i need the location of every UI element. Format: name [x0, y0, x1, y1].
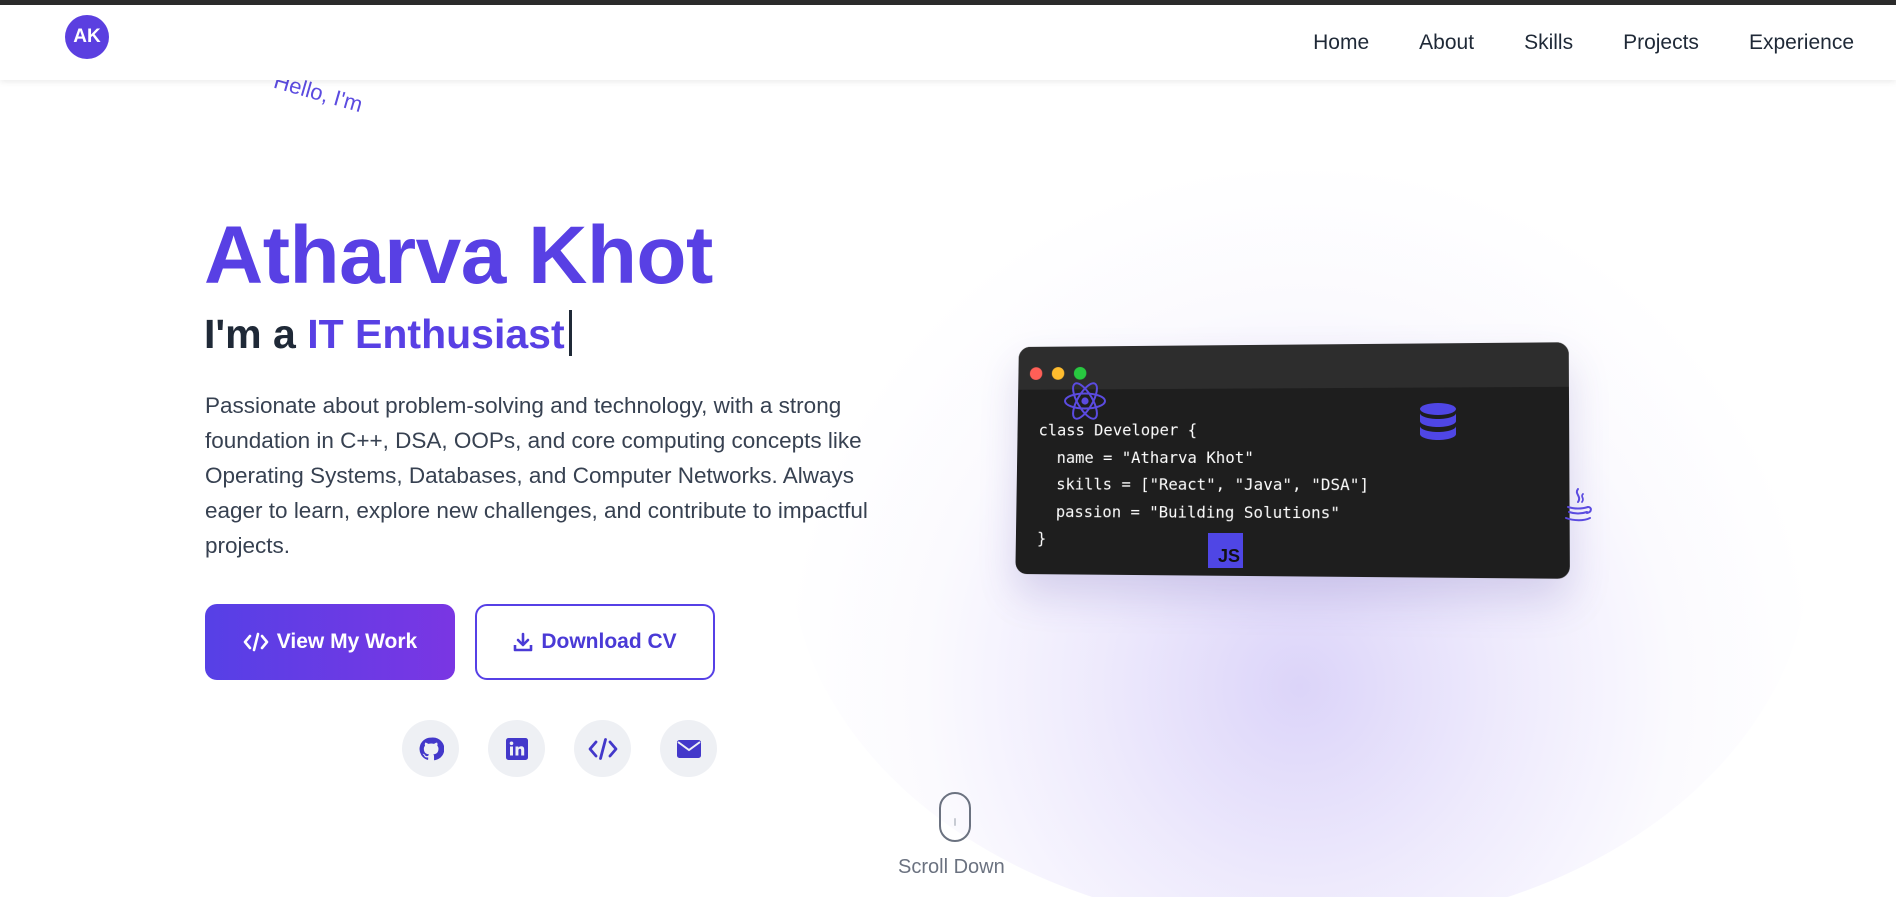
close-dot: [1029, 367, 1043, 380]
typing-caret: [568, 310, 572, 356]
linkedin-icon: [505, 737, 528, 760]
code-line: }: [1036, 528, 1047, 548]
linkedin-link[interactable]: [488, 720, 545, 777]
download-cv-label: Download CV: [541, 630, 677, 653]
role-prefix: I'm a: [204, 311, 296, 357]
role-highlight: IT Enthusiast: [307, 311, 565, 357]
minimize-dot: [1051, 367, 1065, 380]
nav-home[interactable]: Home: [1313, 31, 1369, 55]
code-snippet: class Developer { name = "Atharva Khot" …: [1037, 416, 1370, 554]
email-link[interactable]: [660, 720, 717, 777]
logo[interactable]: AK: [65, 15, 109, 59]
javascript-icon-label: JS: [1217, 546, 1240, 566]
view-my-work-button[interactable]: View My Work: [205, 604, 455, 680]
code-line: passion = "Building Solutions": [1037, 501, 1341, 522]
site-header: AK Home About Skills Projects Experience: [0, 5, 1896, 80]
scroll-mouse-icon[interactable]: [939, 792, 971, 842]
code-profile-link[interactable]: [574, 720, 631, 777]
nav-about[interactable]: About: [1419, 31, 1474, 55]
react-icon: [1064, 382, 1106, 420]
nav-skills[interactable]: Skills: [1524, 31, 1573, 55]
scroll-wheel: [954, 818, 956, 826]
code-line: name = "Atharva Khot": [1038, 447, 1254, 467]
github-link[interactable]: [402, 720, 459, 777]
hero-description: Passionate about problem-solving and tec…: [205, 393, 868, 558]
code-window: class Developer { name = "Atharva Khot" …: [1015, 342, 1570, 579]
maximize-dot: [1073, 366, 1087, 380]
code-icon: [588, 737, 617, 760]
nav-projects[interactable]: Projects: [1623, 31, 1699, 55]
download-cv-button[interactable]: Download CV: [475, 604, 715, 680]
nav-experience[interactable]: Experience: [1749, 31, 1854, 55]
envelope-icon: [676, 739, 701, 758]
view-my-work-label: View My Work: [276, 630, 418, 653]
database-icon: [1420, 403, 1456, 440]
main-nav: Home About Skills Projects Experience: [1313, 5, 1854, 80]
hero-name: Atharva Khot: [204, 210, 713, 301]
scroll-down-label[interactable]: Scroll Down: [898, 856, 1005, 879]
download-icon: [514, 632, 533, 652]
hero-role: I'm a IT Enthusiast: [204, 308, 572, 360]
java-icon: [1565, 488, 1592, 522]
javascript-icon: JS: [1208, 533, 1243, 568]
code-line: skills = ["React", "Java", "DSA"]: [1037, 474, 1370, 495]
github-icon: [419, 737, 444, 760]
code-icon: [243, 632, 269, 652]
